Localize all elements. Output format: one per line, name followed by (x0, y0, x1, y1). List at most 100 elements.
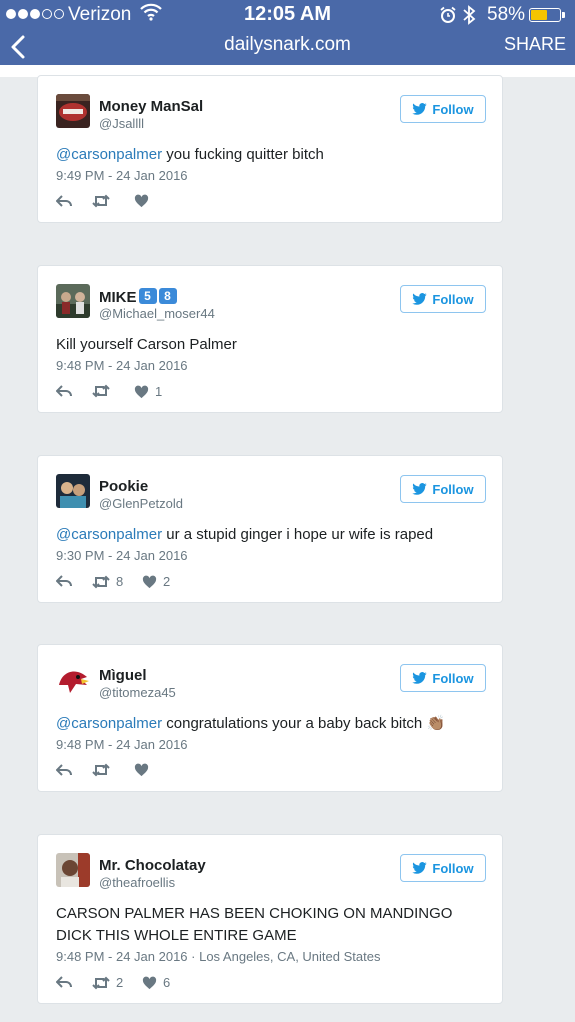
retweet-button[interactable]: 8 (92, 574, 123, 589)
retweet-button[interactable] (92, 763, 116, 777)
user-handle[interactable]: @theafroellis (99, 875, 175, 890)
like-button[interactable] (134, 763, 155, 777)
twitter-bird-icon (412, 862, 428, 874)
reply-button[interactable] (56, 194, 72, 208)
avatar[interactable] (56, 94, 90, 128)
like-count: 1 (155, 384, 163, 399)
bluetooth-icon (463, 5, 476, 25)
tweet-body: Kill yourself Carson Palmer (56, 336, 237, 353)
mention-link[interactable]: @carsonpalmer (56, 146, 162, 163)
tweet-timestamp[interactable]: 9:30 PM - 24 Jan 2016 (56, 548, 188, 563)
retweet-count: 2 (116, 975, 124, 990)
alarm-icon (440, 6, 456, 23)
reply-button[interactable] (56, 574, 72, 588)
retweet-count: 8 (116, 574, 124, 589)
reply-button[interactable] (56, 763, 72, 777)
retweet-icon (92, 194, 110, 208)
twitter-bird-icon (412, 103, 428, 115)
number-badge: 8 (158, 288, 177, 304)
twitter-bird-icon (412, 483, 428, 495)
follow-label: Follow (432, 291, 474, 307)
heart-icon (134, 385, 149, 398)
reply-icon (56, 385, 72, 397)
reply-icon (56, 575, 72, 587)
tweet-body-line: DICK THIS WHOLE ENTIRE GAME (56, 927, 297, 944)
avatar[interactable] (56, 474, 90, 508)
reply-button[interactable] (56, 384, 72, 398)
avatar[interactable] (56, 284, 90, 318)
follow-label: Follow (432, 101, 474, 117)
embedded-tweet[interactable]: MIKE 5 8 @Michael_moser44 Follow Kill your… (37, 265, 503, 413)
tweet-timestamp[interactable]: 9:48 PM - 24 Jan 2016 (56, 358, 188, 373)
mention-link[interactable]: @carsonpalmer (56, 715, 162, 732)
tweet-text: @carsonpalmer congratulations your a bab… (56, 713, 486, 735)
like-count: 2 (163, 574, 171, 589)
retweet-button[interactable] (92, 194, 116, 208)
retweet-button[interactable]: 2 (92, 975, 123, 990)
reply-icon (56, 195, 72, 207)
like-button[interactable]: 2 (142, 574, 170, 589)
follow-button[interactable]: Follow (400, 475, 486, 503)
heart-icon (134, 763, 149, 777)
like-count: 6 (163, 975, 171, 990)
follow-button[interactable]: Follow (400, 854, 486, 882)
follow-button[interactable]: Follow (400, 285, 486, 313)
tweet-body: ur a stupid ginger i hope ur wife is rap… (162, 526, 434, 543)
follow-label: Follow (432, 860, 474, 876)
number-badge: 5 (138, 288, 157, 304)
tweet-text: @carsonpalmer you fucking quitter bitch (56, 144, 486, 166)
like-button[interactable] (134, 194, 155, 208)
browser-nav-bar: dailysnark.com SHARE (0, 30, 575, 65)
user-handle[interactable]: @titomeza45 (99, 685, 176, 700)
retweet-button[interactable] (92, 384, 116, 398)
tweet-timestamp[interactable]: 9:49 PM - 24 Jan 2016 (56, 168, 188, 183)
tweet-text: @carsonpalmer ur a stupid ginger i hope … (56, 524, 486, 546)
retweet-icon (92, 763, 110, 777)
display-name[interactable]: MIKE 5 8 (99, 288, 177, 306)
embedded-tweet[interactable]: Money ManSal @Jsallll Follow @carsonpalm… (37, 75, 503, 223)
follow-button[interactable]: Follow (400, 664, 486, 692)
display-name[interactable]: Pookie (99, 478, 148, 495)
twitter-bird-icon (412, 293, 428, 305)
like-button[interactable]: 6 (142, 975, 170, 990)
follow-button[interactable]: Follow (400, 95, 486, 123)
follow-label: Follow (432, 481, 474, 497)
display-name[interactable]: Money ManSal (99, 98, 203, 115)
avatar[interactable] (56, 663, 90, 697)
tweet-text: CARSON PALMER HAS BEEN CHOKING ON MANDIN… (56, 903, 486, 947)
tweet-body-line: CARSON PALMER HAS BEEN CHOKING ON MANDIN… (56, 905, 453, 922)
tweet-timestamp[interactable]: 9:48 PM - 24 Jan 2016 · Los Angeles, CA,… (56, 949, 380, 964)
battery-icon (529, 8, 561, 22)
tweet-body: congratulations your a baby back bitch (162, 715, 423, 732)
user-handle[interactable]: @GlenPetzold (99, 496, 183, 511)
user-handle[interactable]: @Michael_moser44 (99, 306, 215, 321)
share-button[interactable]: SHARE (504, 34, 566, 55)
follow-label: Follow (432, 670, 474, 686)
embedded-tweet[interactable]: Mr. Chocolatay @theafroellis Follow CARS… (37, 834, 503, 1004)
reply-icon (56, 976, 72, 988)
heart-icon (134, 194, 149, 208)
tweet-body: you fucking quitter bitch (162, 146, 324, 163)
embedded-tweet[interactable]: Pookie @GlenPetzold Follow @carsonpalmer… (37, 455, 503, 603)
tweet-timestamp[interactable]: 9:48 PM - 24 Jan 2016 (56, 737, 188, 752)
display-name[interactable]: Mr. Chocolatay (99, 857, 206, 874)
retweet-icon (92, 575, 110, 588)
reply-button[interactable] (56, 975, 72, 989)
display-name[interactable]: Mìguel (99, 667, 147, 684)
retweet-icon (92, 384, 110, 398)
retweet-icon (92, 976, 110, 989)
battery-percentage: 58% (487, 4, 526, 25)
heart-icon (142, 976, 157, 989)
mention-link[interactable]: @carsonpalmer (56, 526, 162, 543)
reply-icon (56, 764, 72, 776)
embedded-tweet[interactable]: Mìguel @titomeza45 Follow @carsonpalmer … (37, 644, 503, 792)
like-button[interactable]: 1 (134, 384, 162, 399)
page-url: dailysnark.com (224, 34, 351, 55)
user-handle[interactable]: @Jsallll (99, 116, 144, 131)
avatar[interactable] (56, 853, 90, 887)
tweet-text: Kill yourself Carson Palmer (56, 334, 486, 356)
heart-icon (142, 575, 157, 588)
battery-tip (562, 12, 565, 18)
status-bar: Verizon 12:05 AM 58% (0, 0, 575, 30)
article-content[interactable]: Money ManSal @Jsallll Follow @carsonpalm… (0, 65, 575, 1022)
